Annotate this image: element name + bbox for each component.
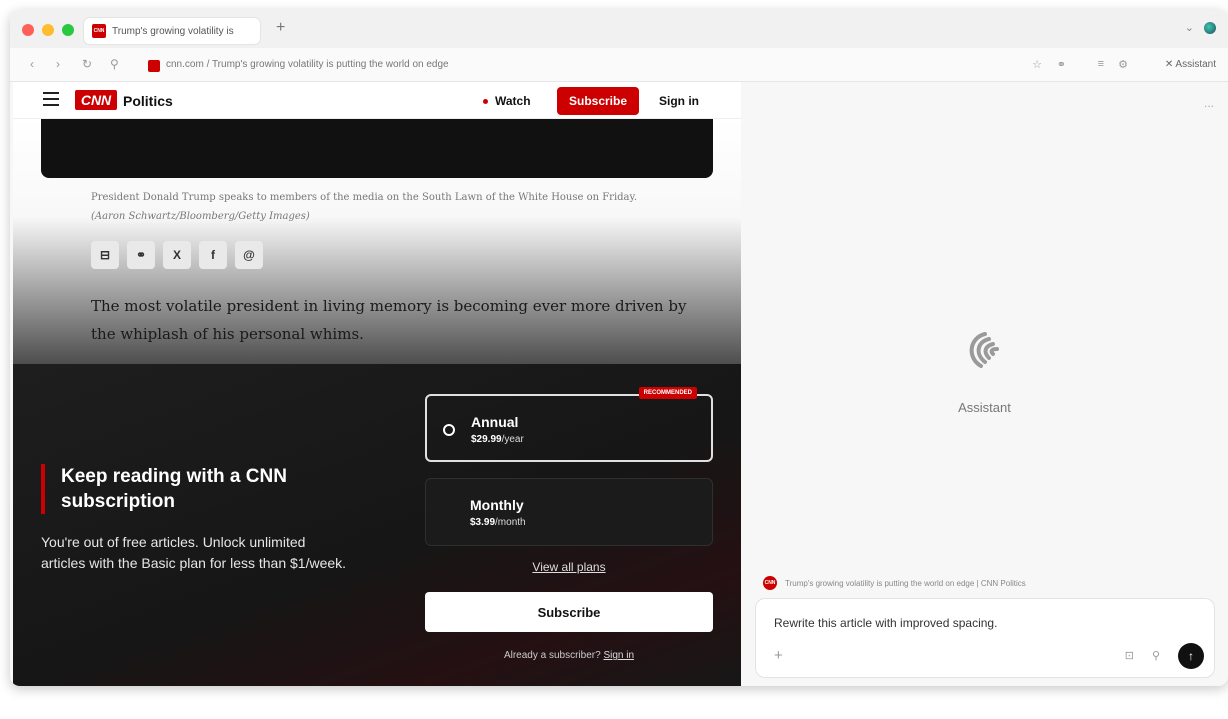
article-lead: The most volatile president in living me…: [91, 297, 687, 343]
web-page: CNN Politics Watch Subscribe Sign in Pre…: [13, 82, 741, 686]
share-bar: ⊟ ⚭ X f @: [91, 241, 263, 269]
bookmark-star-icon[interactable]: ☆: [1032, 58, 1042, 71]
menu-icon[interactable]: [43, 92, 59, 110]
tab-title: Trump's growing volatility is: [112, 25, 234, 37]
microphone-icon[interactable]: ⚲: [1152, 649, 1160, 662]
plan-option-annual[interactable]: RECOMMENDED Annual $29.99/year: [425, 387, 713, 462]
tab-strip: CNN Trump's growing volatility is + ⌄: [10, 10, 1228, 48]
paywall-title: Keep reading with a CNN subscription: [41, 464, 371, 514]
assistant-name: Assistant: [958, 400, 1011, 415]
maximize-window-button[interactable]: [62, 24, 74, 36]
plan-name: Annual: [471, 414, 519, 430]
recommended-badge: RECOMMENDED: [638, 387, 697, 399]
share-link-icon[interactable]: ⚭: [1057, 58, 1066, 71]
minimize-window-button[interactable]: [42, 24, 54, 36]
view-all-plans-link[interactable]: View all plans: [425, 560, 713, 574]
reload-icon[interactable]: ↻: [82, 57, 92, 71]
tab-active[interactable]: CNN Trump's growing volatility is: [84, 18, 260, 44]
article-video[interactable]: [41, 119, 713, 178]
send-button[interactable]: ↑: [1178, 643, 1204, 669]
watch-label: Watch: [495, 94, 531, 108]
assistant-logo-icon: [969, 332, 999, 368]
caption-credit: (Aaron Schwartz/Bloomberg/Getty Images): [91, 211, 310, 222]
email-icon[interactable]: ⊟: [91, 241, 119, 269]
header-subscribe-button[interactable]: Subscribe: [557, 87, 639, 115]
more-options-icon[interactable]: ...: [1204, 96, 1214, 110]
site-favicon-icon: [148, 60, 160, 72]
plan-price: $3.99/month: [470, 517, 526, 528]
add-attachment-button[interactable]: +: [774, 647, 783, 664]
tab-list-chevron-down-icon[interactable]: ⌄: [1185, 21, 1194, 34]
already-subscriber-text: Already a subscriber? Sign in: [503, 650, 635, 661]
live-dot-icon: [483, 99, 488, 105]
microphone-icon[interactable]: ⚲: [110, 57, 119, 71]
threads-icon[interactable]: @: [235, 241, 263, 269]
assistant-toggle[interactable]: ✕ Assistant: [1165, 59, 1216, 70]
paywall-signin-link[interactable]: Sign in: [603, 650, 634, 661]
plan-name: Monthly: [470, 497, 524, 513]
caption-text: President Donald Trump speaks to members…: [91, 192, 638, 203]
article-body: President Donald Trump speaks to members…: [13, 119, 741, 364]
assistant-panel: ... Assistant CNN Trump's growing volati…: [741, 82, 1228, 686]
filter-icon[interactable]: ≡: [1098, 58, 1104, 70]
section-title[interactable]: Politics: [123, 93, 173, 109]
paywall-subscribe-button[interactable]: Subscribe: [425, 592, 713, 632]
assistant-toggle-label: Assistant: [1175, 59, 1216, 70]
watch-link[interactable]: Watch: [483, 94, 531, 108]
settings-gear-icon[interactable]: ⚙: [1118, 58, 1128, 71]
plan-option-monthly[interactable]: Monthly $3.99/month: [425, 478, 713, 546]
radio-button-annual[interactable]: [443, 424, 455, 436]
screenshot-icon[interactable]: ⊡: [1125, 649, 1134, 662]
header-signin-link[interactable]: Sign in: [659, 94, 699, 108]
prompt-composer[interactable]: Rewrite this article with improved spaci…: [755, 598, 1215, 678]
forward-arrow-icon[interactable]: ›: [56, 57, 60, 71]
back-arrow-icon[interactable]: ‹: [30, 57, 34, 71]
url-text[interactable]: cnn.com / Trump's growing volatility is …: [166, 59, 449, 70]
cnn-favicon-icon: CNN: [92, 24, 106, 38]
prompt-input[interactable]: Rewrite this article with improved spaci…: [774, 616, 997, 630]
facebook-icon[interactable]: f: [199, 241, 227, 269]
cnn-favicon-icon: CNN: [763, 576, 777, 590]
close-window-button[interactable]: [22, 24, 34, 36]
browser-window: CNN Trump's growing volatility is + ⌄ ‹ …: [10, 10, 1228, 686]
cnn-header: CNN Politics Watch Subscribe Sign in: [13, 82, 741, 119]
image-caption: President Donald Trump speaks to members…: [91, 188, 671, 226]
page-context-chip[interactable]: CNN Trump's growing volatility is puttin…: [763, 576, 1026, 590]
plan-price: $29.99/year: [471, 434, 524, 445]
x-icon[interactable]: X: [163, 241, 191, 269]
new-tab-button[interactable]: +: [276, 19, 285, 37]
paywall-description: You're out of free articles. Unlock unli…: [41, 534, 347, 571]
cnn-logo[interactable]: CNN: [75, 90, 117, 110]
address-bar: ‹ › ↻ ⚲ cnn.com / Trump's growing volati…: [10, 48, 1228, 82]
link-icon[interactable]: ⚭: [127, 241, 155, 269]
profile-avatar[interactable]: [1204, 22, 1216, 34]
paywall-overlay: Keep reading with a CNN subscription You…: [13, 364, 741, 686]
context-page-title: Trump's growing volatility is putting th…: [785, 578, 1026, 588]
